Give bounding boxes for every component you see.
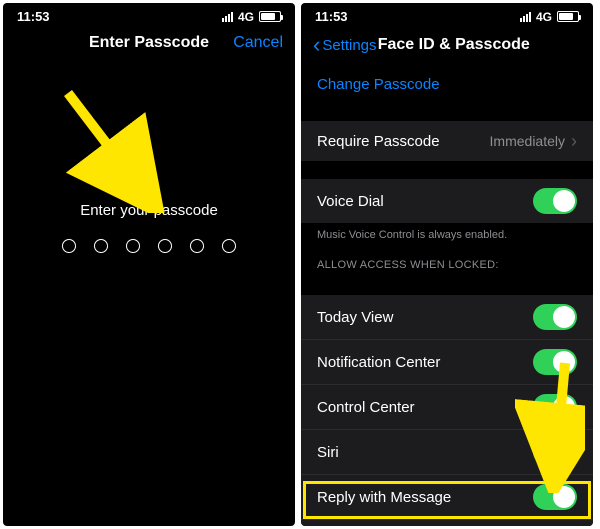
toggle-knob bbox=[553, 306, 575, 328]
status-indicators: 4G bbox=[222, 10, 281, 24]
passcode-dot bbox=[158, 239, 172, 253]
nav-title: Enter Passcode bbox=[71, 34, 227, 52]
nav-bar: ‹ Settings Face ID & Passcode bbox=[301, 26, 593, 66]
toggle-control-center[interactable] bbox=[533, 394, 577, 420]
allow-access-section: Today View Notification Center Control Cen… bbox=[301, 295, 593, 526]
change-passcode-button[interactable]: Change Passcode bbox=[301, 66, 593, 103]
status-time: 11:53 bbox=[315, 9, 348, 24]
allow-row-control-center: Control Center bbox=[301, 385, 593, 430]
row-label: Notification Center bbox=[317, 354, 440, 371]
status-bar: 11:53 4G bbox=[301, 3, 593, 26]
status-time: 11:53 bbox=[17, 9, 50, 24]
signal-icon bbox=[520, 12, 531, 22]
battery-icon bbox=[259, 11, 281, 22]
status-indicators: 4G bbox=[520, 10, 579, 24]
toggle-knob bbox=[553, 396, 575, 418]
passcode-dot bbox=[62, 239, 76, 253]
chevron-left-icon: ‹ bbox=[313, 34, 320, 56]
voice-dial-toggle[interactable] bbox=[533, 188, 577, 214]
require-passcode-row[interactable]: Require Passcode Immediately › bbox=[301, 121, 593, 161]
voice-dial-section: Voice Dial bbox=[301, 179, 593, 223]
row-label: Control Center bbox=[317, 399, 415, 416]
battery-icon bbox=[557, 11, 579, 22]
row-label: Today View bbox=[317, 309, 393, 326]
toggle-knob bbox=[553, 486, 575, 508]
allow-access-header: ALLOW ACCESS WHEN LOCKED: bbox=[301, 245, 593, 277]
allow-row-reply-with-message: Reply with Message bbox=[301, 475, 593, 520]
phone-faceid-settings: 11:53 4G ‹ Settings Face ID & Passcode C… bbox=[301, 3, 593, 526]
voice-dial-row: Voice Dial bbox=[301, 179, 593, 223]
passcode-dot bbox=[222, 239, 236, 253]
row-label: Siri bbox=[317, 444, 339, 461]
chevron-right-icon: › bbox=[571, 131, 577, 152]
toggle-siri[interactable] bbox=[533, 439, 577, 465]
passcode-prompt: Enter your passcode bbox=[3, 202, 295, 219]
nav-bar: Enter Passcode Cancel bbox=[3, 26, 295, 62]
allow-row-home-control: Home Control bbox=[301, 520, 593, 526]
phone-enter-passcode: 11:53 4G Enter Passcode Cancel Enter you… bbox=[3, 3, 295, 526]
row-label: Reply with Message bbox=[317, 489, 451, 506]
toggle-today-view[interactable] bbox=[533, 304, 577, 330]
toggle-knob bbox=[553, 351, 575, 373]
voice-dial-note: Music Voice Control is always enabled. bbox=[301, 223, 593, 245]
passcode-dot bbox=[190, 239, 204, 253]
network-label: 4G bbox=[536, 10, 552, 24]
annotation-arrow-icon bbox=[58, 83, 168, 213]
signal-icon bbox=[222, 12, 233, 22]
passcode-dots[interactable] bbox=[3, 239, 295, 253]
toggle-reply-with-message[interactable] bbox=[533, 484, 577, 510]
allow-row-siri: Siri bbox=[301, 430, 593, 475]
network-label: 4G bbox=[238, 10, 254, 24]
require-section: Require Passcode Immediately › bbox=[301, 121, 593, 161]
row-label: Require Passcode bbox=[317, 133, 440, 150]
passcode-dot bbox=[126, 239, 140, 253]
toggle-knob bbox=[553, 441, 575, 463]
toggle-notification-center[interactable] bbox=[533, 349, 577, 375]
row-label: Voice Dial bbox=[317, 193, 384, 210]
cancel-button[interactable]: Cancel bbox=[227, 34, 283, 52]
row-value: Immediately › bbox=[490, 131, 577, 152]
nav-title: Face ID & Passcode bbox=[337, 36, 571, 54]
status-bar: 11:53 4G bbox=[3, 3, 295, 26]
passcode-dot bbox=[94, 239, 108, 253]
allow-row-notification-center: Notification Center bbox=[301, 340, 593, 385]
toggle-knob bbox=[553, 190, 575, 212]
require-value: Immediately bbox=[490, 133, 565, 149]
allow-row-today-view: Today View bbox=[301, 295, 593, 340]
